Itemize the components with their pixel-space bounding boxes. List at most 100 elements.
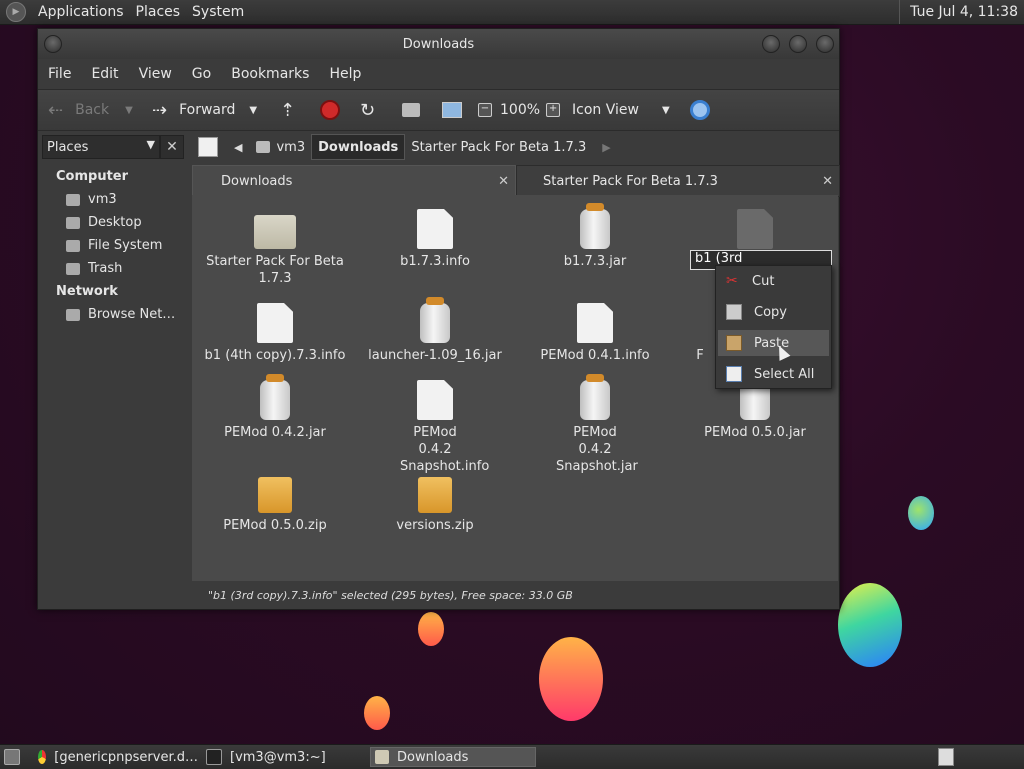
sidebar-item-desktop[interactable]: Desktop xyxy=(66,215,142,230)
file-item[interactable]: PEMod 0.4.1.info xyxy=(520,303,670,364)
tab-bar: Downloads ✕ Starter Pack For Beta 1.7.3 … xyxy=(192,165,840,197)
file-name: PEMod 0.4.2 Snapshot.info xyxy=(400,425,490,474)
sidebar-close-button[interactable]: ✕ xyxy=(160,135,184,159)
menu-go[interactable]: Go xyxy=(182,66,221,82)
forward-button[interactable]: ⇢ Forward ▼ xyxy=(152,90,257,130)
distro-logo-icon[interactable]: ▶ xyxy=(6,2,26,22)
file-item[interactable]: PEMod 0.5.0.jar xyxy=(680,374,830,441)
tab-close-icon[interactable]: ✕ xyxy=(498,174,509,189)
crumb-starter-pack[interactable]: Starter Pack For Beta 1.7.3 xyxy=(405,135,592,159)
file-item[interactable]: versions.zip xyxy=(360,473,510,534)
browser-icon xyxy=(38,750,47,764)
context-item-cut[interactable]: ✂ Cut xyxy=(718,268,829,294)
file-item-partial[interactable]: F xyxy=(680,347,720,364)
view-mode-value: Icon View xyxy=(572,102,639,118)
file-item[interactable]: PEMod 0.5.0.zip xyxy=(200,473,350,534)
menu-view[interactable]: View xyxy=(129,66,182,82)
sidebar-item-trash[interactable]: Trash xyxy=(66,261,122,276)
home-folder-icon xyxy=(66,193,80,206)
computer-button[interactable] xyxy=(442,90,462,130)
context-item-paste[interactable]: Paste xyxy=(718,330,829,356)
sidebar-heading-network: Network xyxy=(56,284,118,299)
sidebar-item-label: vm3 xyxy=(88,192,117,207)
back-button[interactable]: ⇠ Back ▼ xyxy=(48,90,133,130)
context-item-copy[interactable]: Copy xyxy=(718,299,829,325)
file-name: F xyxy=(696,348,704,363)
bottom-panel: [genericpnpserver.d… [vm3@vm3:~] Downloa… xyxy=(0,744,1024,769)
view-mode-select[interactable]: Icon View ▼ xyxy=(572,90,672,130)
back-arrow-icon: ⇠ xyxy=(48,99,64,121)
taskbar-item-downloads[interactable]: Downloads xyxy=(370,747,536,767)
toolbar: ⇠ Back ▼ ⇢ Forward ▼ ⇡ ↻ − 100% + Icon V… xyxy=(38,89,839,131)
tab-label: Starter Pack For Beta 1.7.3 xyxy=(543,173,718,189)
jar-file-icon xyxy=(580,374,610,420)
trash-icon xyxy=(66,262,80,275)
jar-file-icon xyxy=(420,297,450,343)
decor-bubble xyxy=(838,583,902,667)
menu-edit[interactable]: Edit xyxy=(81,66,128,82)
file-item[interactable]: PEMod 0.4.2.jar xyxy=(200,374,350,441)
location-bar: ◀ vm3 Downloads Starter Pack For Beta 1.… xyxy=(192,131,838,163)
context-item-select-all[interactable]: Select All xyxy=(718,361,829,387)
crumb-vm3[interactable]: vm3 xyxy=(270,135,311,159)
panel-clock[interactable]: Tue Jul 4, 11:38 xyxy=(899,0,1024,24)
terminal-icon xyxy=(206,749,222,765)
stop-button[interactable] xyxy=(320,90,340,130)
reload-button[interactable]: ↻ xyxy=(360,90,375,130)
crumb-scroll-right-icon[interactable]: ▶ xyxy=(602,141,610,154)
file-item[interactable]: launcher-1.09_16.jar xyxy=(360,297,510,364)
zoom-level: 100% xyxy=(500,102,541,118)
zoom-out-icon[interactable]: − xyxy=(478,103,492,117)
text-file-icon xyxy=(257,303,293,343)
file-item[interactable]: PEMod 0.4.2 Snapshot.info xyxy=(360,380,510,475)
tab-close-icon[interactable]: ✕ xyxy=(822,174,833,189)
window-menu-button[interactable] xyxy=(44,35,62,53)
sidebar-item-vm3[interactable]: vm3 xyxy=(66,192,117,207)
file-item[interactable]: b1 (4th copy).7.3.info xyxy=(200,303,350,364)
search-button[interactable] xyxy=(690,90,710,130)
forward-history-chevron-icon[interactable]: ▼ xyxy=(249,105,257,116)
sidebar-item-label: Trash xyxy=(88,261,123,276)
desktop-folder-icon xyxy=(66,216,80,229)
panel-menu-applications[interactable]: Applications xyxy=(32,4,130,20)
menubar: File Edit View Go Bookmarks Help xyxy=(38,59,839,89)
file-item[interactable]: Starter Pack For Beta 1.7.3 xyxy=(200,209,350,287)
sidebar-item-filesystem[interactable]: File System xyxy=(66,238,162,253)
copy-icon xyxy=(726,304,742,320)
file-item[interactable]: PEMod 0.4.2 Snapshot.jar xyxy=(520,374,670,475)
show-desktop-button[interactable] xyxy=(4,747,28,767)
back-label: Back xyxy=(75,102,110,118)
sidebar-item-label: Browse Net… xyxy=(88,307,176,322)
crumb-scroll-left-icon[interactable]: ◀ xyxy=(234,141,242,154)
up-button[interactable]: ⇡ xyxy=(280,90,295,130)
file-item[interactable]: b1.7.3.info xyxy=(360,209,510,270)
file-item[interactable]: b1.7.3.jar xyxy=(520,203,670,270)
maximize-button[interactable] xyxy=(789,35,807,53)
tab-starter-pack[interactable]: Starter Pack For Beta 1.7.3 ✕ xyxy=(516,165,840,197)
menu-help[interactable]: Help xyxy=(319,66,371,82)
workspace-switcher[interactable] xyxy=(938,747,954,767)
workspace-icon xyxy=(938,748,954,766)
menu-file[interactable]: File xyxy=(38,66,81,82)
window-titlebar[interactable]: Downloads xyxy=(38,29,839,59)
file-item-selected[interactable] xyxy=(680,209,830,253)
zoom-control[interactable]: − 100% + xyxy=(478,90,561,130)
tab-downloads[interactable]: Downloads ✕ xyxy=(192,165,516,196)
taskbar-item-browser[interactable]: [genericpnpserver.d… xyxy=(38,747,198,767)
crumb-downloads[interactable]: Downloads xyxy=(311,134,406,160)
file-name: PEMod 0.5.0.zip xyxy=(223,518,327,533)
menu-bookmarks[interactable]: Bookmarks xyxy=(221,66,319,82)
taskbar-item-terminal[interactable]: [vm3@vm3:~] xyxy=(206,747,366,767)
panel-menu-places[interactable]: Places xyxy=(130,4,187,20)
zoom-in-icon[interactable]: + xyxy=(546,103,561,117)
close-button[interactable] xyxy=(816,35,834,53)
places-sidebar: Places ▼ ✕ Computer vm3 Desktop File Sys… xyxy=(38,131,188,609)
edit-location-icon[interactable] xyxy=(198,137,218,157)
context-item-label: Copy xyxy=(754,304,787,320)
sidebar-item-browse-network[interactable]: Browse Net… xyxy=(66,307,175,322)
back-history-chevron-icon[interactable]: ▼ xyxy=(125,105,133,116)
minimize-button[interactable] xyxy=(762,35,780,53)
places-selector[interactable]: Places ▼ xyxy=(42,135,160,159)
home-button[interactable] xyxy=(402,90,420,130)
panel-menu-system[interactable]: System xyxy=(186,4,250,20)
